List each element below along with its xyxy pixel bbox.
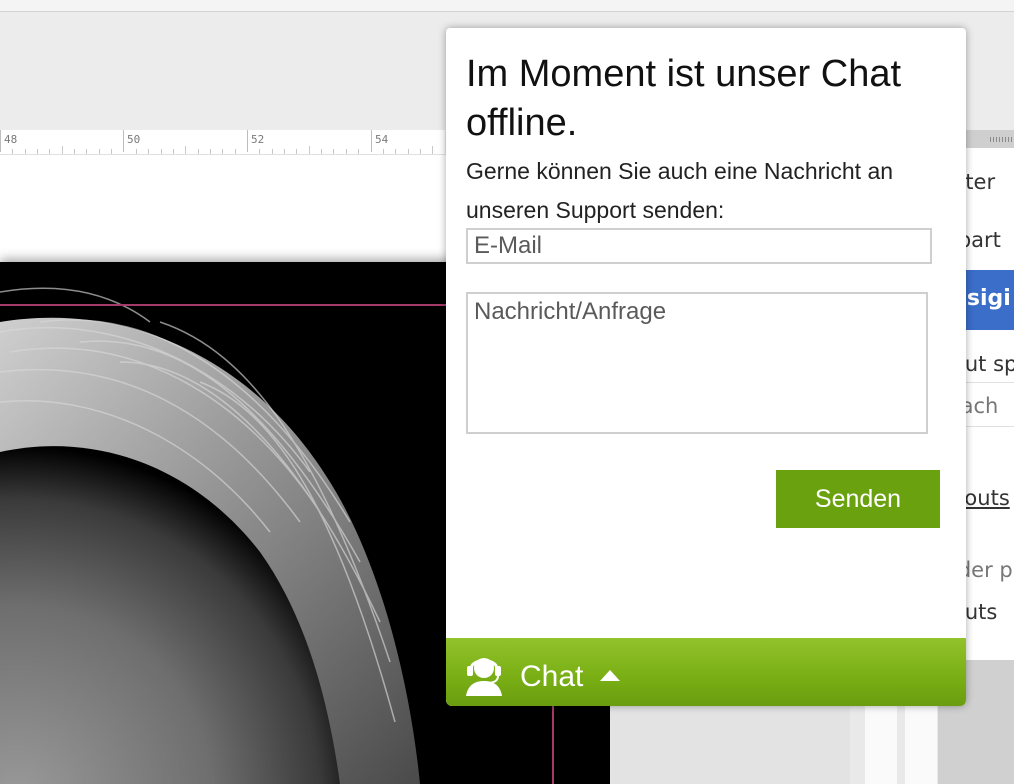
ruler-tick xyxy=(383,149,384,154)
ruler-tick xyxy=(284,149,285,154)
ruler-tick xyxy=(333,149,334,154)
ruler-label: 52 xyxy=(251,133,265,146)
guide-line-vertical xyxy=(552,700,554,784)
chat-offline-message: Gerne können Sie auch eine Nachricht an … xyxy=(466,158,894,223)
ruler-tick xyxy=(86,149,87,154)
ruler-tick xyxy=(420,149,421,154)
ruler-tick xyxy=(173,149,174,154)
lower-panel-column xyxy=(905,705,937,784)
guide-line-horizontal xyxy=(0,304,455,306)
chat-toggle-bar[interactable]: Chat xyxy=(446,638,966,706)
ruler-label: 48 xyxy=(4,133,18,146)
ruler-tick xyxy=(12,149,13,154)
ruler-tick xyxy=(346,149,347,154)
ruler-tick xyxy=(25,149,26,154)
send-button[interactable]: Senden xyxy=(776,470,940,528)
message-textarea[interactable] xyxy=(466,292,928,434)
ruler-tick xyxy=(148,149,149,154)
ruler-tick xyxy=(222,149,223,154)
ruler-label: 50 xyxy=(127,133,141,146)
ruler-tick xyxy=(395,149,396,154)
ruler-tick xyxy=(272,149,273,154)
ruler-tick xyxy=(358,149,359,154)
ruler-tick xyxy=(185,146,186,154)
ruler-tick xyxy=(321,149,322,154)
ruler-tick xyxy=(235,149,236,154)
browser-top-bar xyxy=(0,0,1014,12)
ruler-tick xyxy=(432,146,433,154)
ruler-tick xyxy=(198,149,199,154)
ruler-tick xyxy=(49,149,50,154)
ruler-tick xyxy=(37,149,38,154)
chat-offline-title: Im Moment ist unser Chat offline. xyxy=(466,53,902,144)
ruler-tick xyxy=(296,149,297,154)
chat-bar-label: Chat xyxy=(520,660,584,693)
ruler-tick xyxy=(408,149,409,154)
ruler-tick xyxy=(309,146,310,154)
lower-panel-column xyxy=(865,705,897,784)
email-field[interactable] xyxy=(466,228,932,264)
caret-up-icon xyxy=(600,670,620,681)
ruler-tick xyxy=(161,149,162,154)
ruler-tick xyxy=(111,149,112,154)
ruler-tick xyxy=(99,149,100,154)
ruler-tick xyxy=(210,149,211,154)
ruler-tick xyxy=(259,149,260,154)
ruler-tick xyxy=(74,149,75,154)
chat-support-headset-icon xyxy=(466,658,502,696)
ruler-tick xyxy=(136,149,137,154)
ruler-tick xyxy=(62,146,63,154)
chat-widget: Im Moment ist unser Chat offline. Gerne … xyxy=(446,28,966,706)
horizontal-ruler: 48 50 52 54 xyxy=(0,130,445,155)
ruler-label: 54 xyxy=(375,133,389,146)
panel-grip-icon[interactable] xyxy=(990,137,1012,142)
